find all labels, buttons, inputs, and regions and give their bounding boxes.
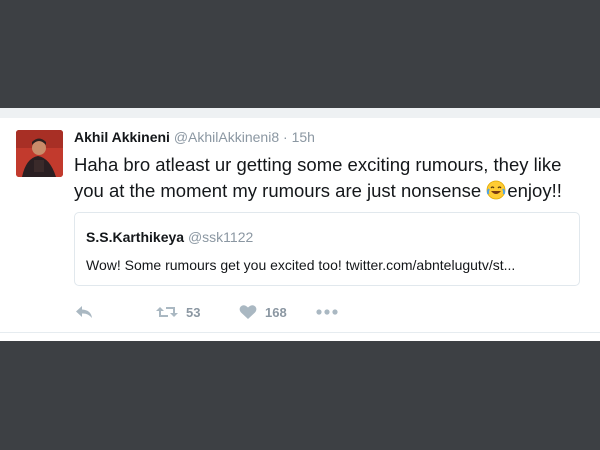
tweet-text: Haha bro atleast ur getting some excitin… <box>74 152 586 204</box>
quoted-tweet[interactable]: S.S.Karthikeya @ssk1122 Wow! Some rumour… <box>74 212 580 286</box>
face-with-tears-of-joy-icon <box>486 180 506 200</box>
heart-icon <box>239 304 257 320</box>
reply-button[interactable] <box>74 300 94 324</box>
tweet-text-part2: enjoy!! <box>507 180 562 201</box>
author-handle[interactable]: @AkhilAkkineni8 <box>174 129 279 145</box>
tweet-timestamp[interactable]: 15h <box>292 129 315 145</box>
header-separator: · <box>283 129 288 145</box>
retweet-count: 53 <box>186 304 201 320</box>
retweet-button[interactable]: 53 <box>156 300 200 324</box>
avatar-image <box>16 130 63 177</box>
quoted-author-handle: @ssk1122 <box>187 229 254 245</box>
reply-icon <box>74 304 94 320</box>
tweet-actions: 53 168 <box>74 300 374 324</box>
retweet-icon <box>156 304 178 320</box>
quoted-author-name: S.S.Karthikeya <box>86 229 185 245</box>
quoted-tweet-header: S.S.Karthikeya @ssk1122 <box>86 229 253 245</box>
tweet-card: Akhil Akkineni @AkhilAkkineni8 · 15h Hah… <box>0 108 600 341</box>
avatar[interactable] <box>16 130 63 177</box>
card-top-divider <box>0 108 600 118</box>
like-button[interactable]: 168 <box>239 300 287 324</box>
like-count: 168 <box>265 304 287 320</box>
more-button[interactable] <box>316 300 338 324</box>
card-bottom-divider <box>0 332 600 333</box>
author-name[interactable]: Akhil Akkineni <box>74 129 170 145</box>
quoted-tweet-text: Wow! Some rumours get you excited too! t… <box>86 257 516 273</box>
tweet-header: Akhil Akkineni @AkhilAkkineni8 · 15h <box>74 128 586 146</box>
tweet-content: Akhil Akkineni @AkhilAkkineni8 · 15h Hah… <box>74 128 586 204</box>
more-icon <box>316 308 338 316</box>
